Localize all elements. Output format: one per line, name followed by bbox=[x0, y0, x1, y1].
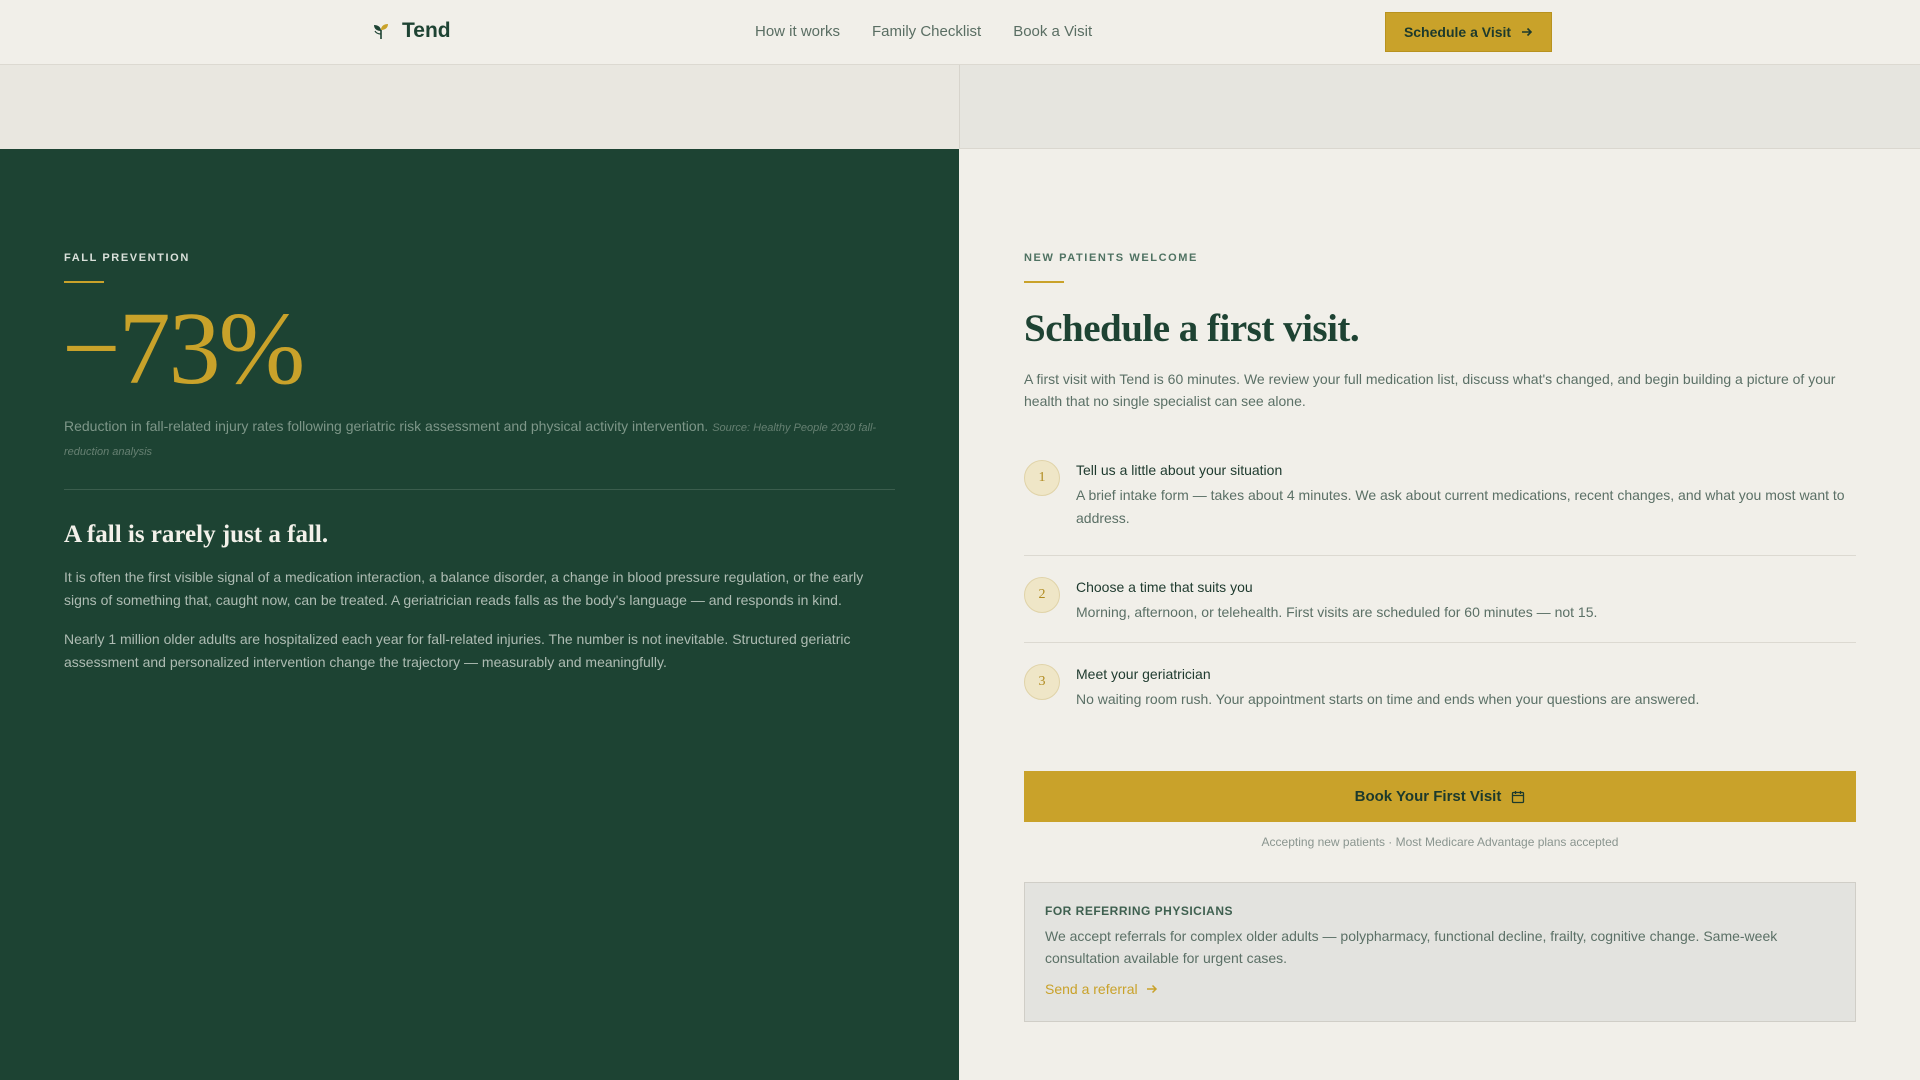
step-title: Tell us a little about your situation bbox=[1076, 462, 1283, 478]
nav-how-it-works[interactable]: How it works bbox=[755, 23, 840, 40]
step-number: 3 bbox=[1024, 664, 1060, 700]
stat-value: −73% bbox=[62, 291, 305, 406]
step-number: 2 bbox=[1024, 577, 1060, 613]
new-patients-eyebrow: New Patients Welcome bbox=[1024, 252, 1198, 264]
site-header: Tend How it works Family Checklist Book … bbox=[0, 0, 1920, 65]
step-item: 1 Tell us a little about your situation … bbox=[1024, 454, 1856, 556]
stat-description-text: Reduction in fall-related injury rates f… bbox=[64, 418, 709, 434]
referral-title: For Referring Physicians bbox=[1045, 904, 1234, 918]
schedule-heading: Schedule a first visit. bbox=[1024, 307, 1360, 350]
step-number: 1 bbox=[1024, 460, 1060, 496]
step-description: No waiting room rush. Your appointment s… bbox=[1076, 691, 1700, 707]
eyebrow-rule bbox=[1024, 281, 1064, 283]
step-item: 2 Choose a time that suits you Morning, … bbox=[1024, 556, 1856, 643]
send-referral-link[interactable]: Send a referral bbox=[1045, 981, 1158, 997]
arrow-right-icon bbox=[1522, 27, 1533, 37]
referral-box: For Referring Physicians We accept refer… bbox=[1024, 882, 1856, 1022]
book-first-visit-button[interactable]: Book Your First Visit bbox=[1024, 771, 1856, 822]
fall-paragraph-1: It is often the first visible signal of … bbox=[64, 569, 864, 608]
step-title: Choose a time that suits you bbox=[1076, 579, 1253, 595]
fall-paragraph-2: Nearly 1 million older adults are hospit… bbox=[64, 631, 851, 670]
brand-name: Tend bbox=[402, 19, 451, 42]
step-description: A brief intake form — takes about 4 minu… bbox=[1076, 487, 1845, 526]
fall-prevention-panel: Fall Prevention −73% Reduction in fall-r… bbox=[0, 149, 959, 1080]
step-title: Meet your geriatrician bbox=[1076, 666, 1211, 682]
booking-note: Accepting new patients · Most Medicare A… bbox=[1261, 835, 1619, 849]
top-band-left bbox=[0, 65, 959, 149]
fall-prevention-eyebrow: Fall Prevention bbox=[64, 252, 190, 264]
arrow-right-icon bbox=[1146, 984, 1157, 994]
send-referral-label: Send a referral bbox=[1045, 981, 1138, 997]
schedule-visit-label: Schedule a Visit bbox=[1403, 24, 1512, 40]
steps-list: 1 Tell us a little about your situation … bbox=[1024, 454, 1856, 723]
nav-book-a-visit[interactable]: Book a Visit bbox=[1013, 23, 1092, 40]
schedule-intro: A first visit with Tend is 60 minutes. W… bbox=[1024, 371, 1836, 409]
referral-text: We accept referrals for complex older ad… bbox=[1045, 928, 1778, 966]
schedule-panel: New Patients Welcome Schedule a first vi… bbox=[959, 149, 1920, 1080]
sprout-icon bbox=[374, 24, 388, 39]
section-divider bbox=[64, 489, 895, 490]
main-nav: How it works Family Checklist Book a Vis… bbox=[755, 23, 1092, 40]
step-description: Morning, afternoon, or telehealth. First… bbox=[1076, 604, 1598, 620]
brand-logo[interactable]: Tend bbox=[372, 19, 451, 43]
calendar-icon bbox=[1512, 790, 1525, 803]
nav-family-checklist[interactable]: Family Checklist bbox=[872, 23, 981, 40]
fall-heading: A fall is rarely just a fall. bbox=[64, 521, 329, 548]
step-item: 3 Meet your geriatrician No waiting room… bbox=[1024, 643, 1856, 723]
schedule-visit-button[interactable]: Schedule a Visit bbox=[1385, 12, 1552, 52]
book-first-visit-label: Book Your First Visit bbox=[1354, 788, 1502, 805]
stat-description: Reduction in fall-related injury rates f… bbox=[64, 415, 894, 463]
top-band-right bbox=[959, 65, 1920, 149]
eyebrow-rule bbox=[64, 281, 104, 283]
